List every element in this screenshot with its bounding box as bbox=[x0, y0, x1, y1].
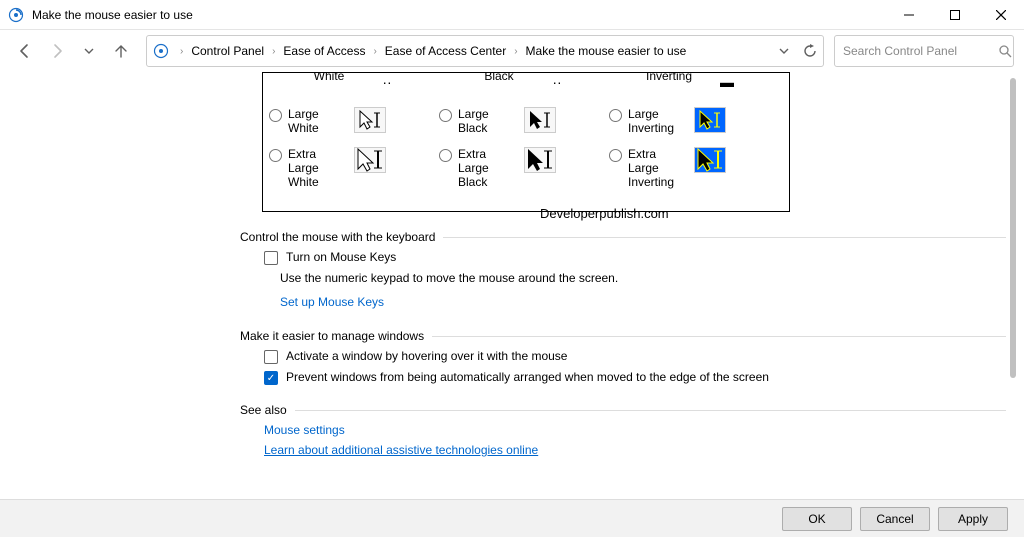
radio-input[interactable] bbox=[609, 149, 622, 162]
checkbox-prevent-arrange[interactable]: ✓ Prevent windows from being automatical… bbox=[264, 370, 1006, 385]
breadcrumb-item[interactable]: Control Panel bbox=[188, 42, 267, 60]
checkbox-activate-hover[interactable]: Activate a window by hovering over it wi… bbox=[264, 349, 1006, 364]
section-title-windows: Make it easier to manage windows bbox=[240, 329, 424, 343]
cursor-preview-icon: ·· bbox=[371, 72, 403, 95]
link-assistive-tech[interactable]: Learn about additional assistive technol… bbox=[264, 443, 1006, 457]
chevron-right-icon: › bbox=[267, 46, 280, 57]
pointer-option-label: Extra Large Inverting bbox=[628, 147, 688, 189]
chevron-right-icon: › bbox=[509, 46, 522, 57]
search-input[interactable] bbox=[843, 44, 998, 58]
radio-input[interactable] bbox=[439, 149, 452, 162]
link-mouse-settings[interactable]: Mouse settings bbox=[264, 423, 1006, 437]
radio-input[interactable] bbox=[609, 109, 622, 122]
pointer-option-large-inverting[interactable]: Large Inverting bbox=[609, 107, 779, 135]
radio-input[interactable] bbox=[269, 109, 282, 122]
pointer-option-label: Extra Large Black bbox=[458, 147, 518, 189]
checkbox-mouse-keys[interactable]: Turn on Mouse Keys bbox=[264, 250, 1006, 265]
radio-input[interactable] bbox=[269, 149, 282, 162]
app-icon bbox=[8, 7, 24, 23]
checkbox-label: Prevent windows from being automatically… bbox=[286, 370, 769, 384]
description-text: Use the numeric keypad to move the mouse… bbox=[240, 271, 1006, 285]
checkbox-icon[interactable] bbox=[264, 251, 278, 265]
recent-dropdown-button[interactable] bbox=[74, 36, 104, 66]
maximize-button[interactable] bbox=[932, 0, 978, 30]
pointer-option-extra-large-white[interactable]: Extra Large White bbox=[269, 147, 439, 189]
section-divider bbox=[443, 237, 1006, 238]
control-panel-icon bbox=[153, 43, 169, 59]
cursor-preview-icon bbox=[694, 147, 726, 173]
pointer-option-label: Black bbox=[475, 72, 523, 83]
link-setup-mouse-keys[interactable]: Set up Mouse Keys bbox=[240, 295, 384, 309]
pointer-option-label: Inverting bbox=[645, 72, 693, 83]
section-divider bbox=[295, 410, 1006, 411]
pointer-option-label: Large White bbox=[288, 107, 348, 135]
breadcrumb-dropdown-button[interactable] bbox=[779, 46, 789, 56]
search-box[interactable] bbox=[834, 35, 1014, 67]
breadcrumb-item[interactable]: Ease of Access Center bbox=[382, 42, 509, 60]
breadcrumb-item[interactable]: Ease of Access bbox=[280, 42, 368, 60]
checkbox-label: Activate a window by hovering over it wi… bbox=[286, 349, 567, 363]
cursor-preview-icon bbox=[524, 107, 556, 133]
cursor-preview-icon: ▬ bbox=[711, 72, 743, 95]
minimize-button[interactable] bbox=[886, 0, 932, 30]
cursor-preview-icon: ·· bbox=[541, 72, 573, 95]
cursor-preview-icon bbox=[694, 107, 726, 133]
chevron-right-icon: › bbox=[368, 46, 381, 57]
back-button[interactable] bbox=[10, 36, 40, 66]
cursor-preview-icon bbox=[524, 147, 556, 173]
pointer-option-large-white[interactable]: Large White bbox=[269, 107, 439, 135]
section-divider bbox=[432, 336, 1006, 337]
forward-button[interactable] bbox=[42, 36, 72, 66]
breadcrumb-item[interactable]: Make the mouse easier to use bbox=[523, 42, 690, 60]
pointer-option-large-black[interactable]: Large Black bbox=[439, 107, 609, 135]
checkbox-label: Turn on Mouse Keys bbox=[286, 250, 396, 264]
cursor-preview-icon bbox=[354, 107, 386, 133]
pointer-option-extra-large-inverting[interactable]: Extra Large Inverting bbox=[609, 147, 779, 189]
pointer-option-label: White bbox=[305, 72, 353, 83]
chevron-right-icon: › bbox=[175, 46, 188, 57]
radio-input[interactable] bbox=[439, 109, 452, 122]
ok-button[interactable]: OK bbox=[782, 507, 852, 531]
pointer-option-label: Large Inverting bbox=[628, 107, 688, 135]
section-title-see-also: See also bbox=[240, 403, 287, 417]
up-button[interactable] bbox=[106, 36, 136, 66]
breadcrumb[interactable]: › Control Panel › Ease of Access › Ease … bbox=[146, 35, 824, 67]
pointer-size-group: White ·· Black ·· Inverting ▬ Large Whit… bbox=[262, 72, 790, 212]
pointer-option-label: Extra Large White bbox=[288, 147, 348, 189]
cancel-button[interactable]: Cancel bbox=[860, 507, 930, 531]
section-title-keyboard: Control the mouse with the keyboard bbox=[240, 230, 435, 244]
vertical-scrollbar[interactable] bbox=[1004, 78, 1020, 493]
apply-button[interactable]: Apply bbox=[938, 507, 1008, 531]
pointer-option-extra-large-black[interactable]: Extra Large Black bbox=[439, 147, 609, 189]
search-icon[interactable] bbox=[998, 44, 1012, 58]
close-button[interactable] bbox=[978, 0, 1024, 30]
window-title: Make the mouse easier to use bbox=[32, 8, 886, 22]
pointer-option-label: Large Black bbox=[458, 107, 518, 135]
checkbox-icon[interactable]: ✓ bbox=[264, 371, 278, 385]
checkbox-icon[interactable] bbox=[264, 350, 278, 364]
watermark-text: Developerpublish.com bbox=[540, 206, 669, 221]
refresh-button[interactable] bbox=[803, 44, 817, 58]
cursor-preview-icon bbox=[354, 147, 386, 173]
